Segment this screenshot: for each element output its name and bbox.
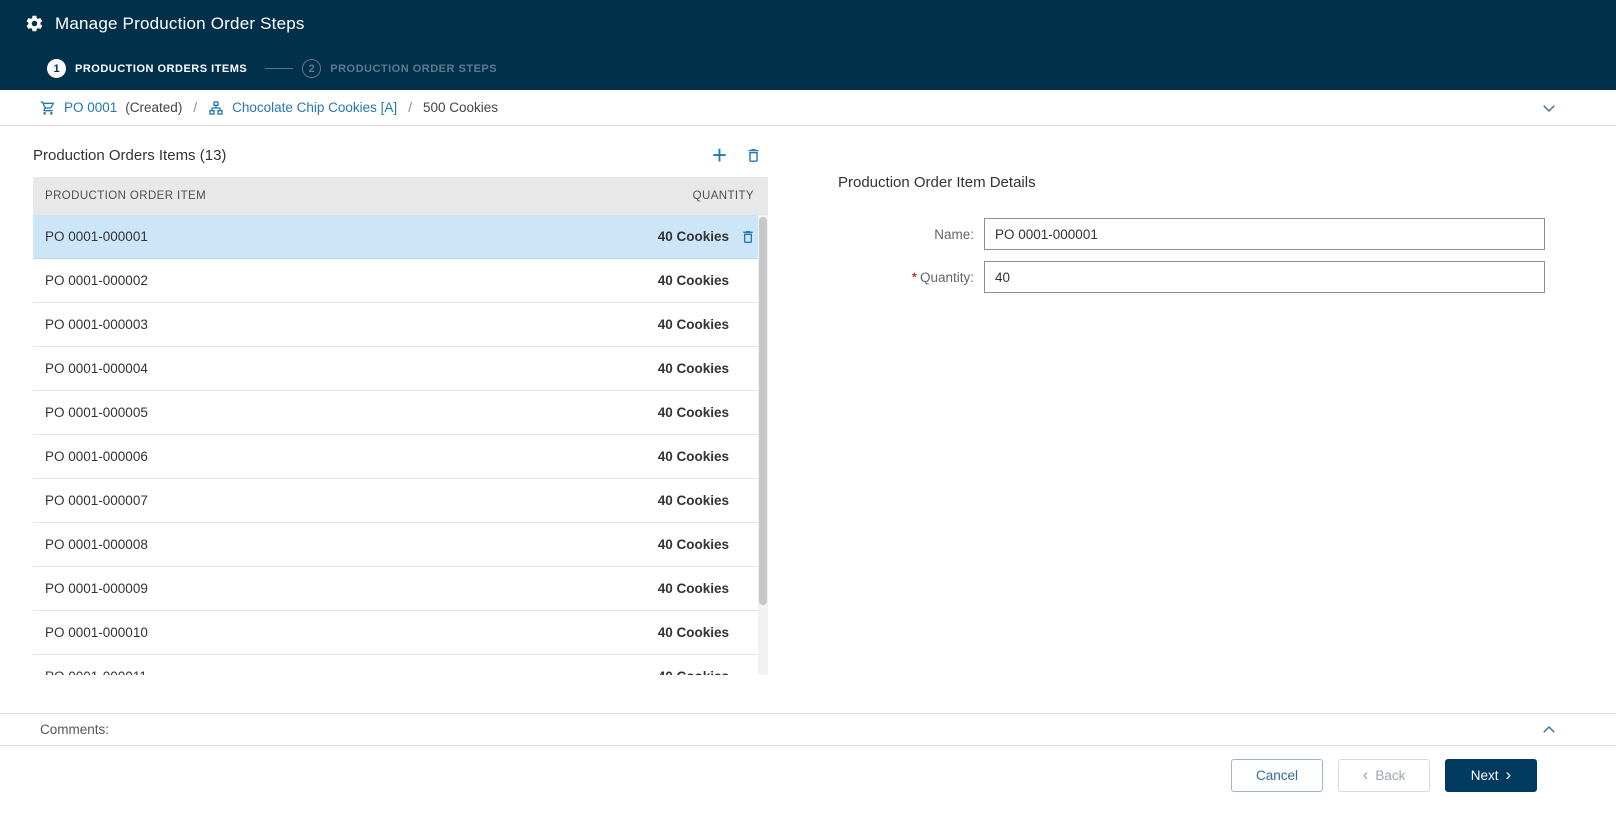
- step-1-circle: 1: [47, 59, 66, 78]
- footer-action-bar: Cancel ‹ Back Next ›: [0, 746, 1616, 792]
- table-row[interactable]: PO 0001-000001 40 Cookies: [33, 215, 768, 259]
- items-panel-header: Production Orders Items (13) +: [33, 146, 768, 164]
- table-row[interactable]: PO 0001-000002 40 Cookies: [33, 259, 768, 303]
- items-panel-actions: +: [712, 146, 768, 164]
- chevron-right-icon: ›: [1506, 766, 1512, 783]
- breadcrumb-quantity: 500 Cookies: [423, 100, 498, 115]
- items-table-header: PRODUCTION ORDER ITEM QUANTITY: [33, 177, 768, 215]
- table-row[interactable]: PO 0001-000011 40 Cookies: [33, 655, 768, 675]
- cart-icon: [40, 100, 56, 116]
- name-field[interactable]: [984, 218, 1545, 250]
- wizard-step-production-order-steps: 2 PRODUCTION ORDER STEPS: [302, 59, 497, 78]
- step-1-label: PRODUCTION ORDERS ITEMS: [75, 63, 247, 75]
- row-item-name: PO 0001-000003: [45, 317, 148, 332]
- name-field-row: Name:: [838, 218, 1545, 250]
- quantity-field-label: *Quantity:: [838, 270, 984, 285]
- hierarchy-icon: [208, 100, 224, 116]
- table-row[interactable]: PO 0001-000008 40 Cookies: [33, 523, 768, 567]
- row-quantity-cell: 40 Cookies: [658, 229, 756, 245]
- breadcrumb-product-link[interactable]: Chocolate Chip Cookies [A]: [232, 100, 397, 115]
- row-quantity-cell: 40 Cookies: [658, 493, 756, 509]
- step-connector-line: [265, 68, 293, 69]
- row-item-name: PO 0001-000010: [45, 625, 148, 640]
- row-quantity: 40 Cookies: [658, 405, 729, 420]
- row-quantity: 40 Cookies: [658, 317, 729, 332]
- required-marker: *: [912, 270, 917, 285]
- table-row[interactable]: PO 0001-000009 40 Cookies: [33, 567, 768, 611]
- main-content: Production Orders Items (13) + PRODUCTIO…: [0, 126, 1616, 713]
- table-row[interactable]: PO 0001-000006 40 Cookies: [33, 435, 768, 479]
- breadcrumb-separator: /: [193, 100, 197, 115]
- row-quantity-cell: 40 Cookies: [658, 361, 756, 377]
- column-header-item: PRODUCTION ORDER ITEM: [45, 190, 206, 202]
- title-bar: Manage Production Order Steps: [0, 0, 1616, 47]
- delete-items-icon[interactable]: [745, 147, 762, 164]
- row-quantity-cell: 40 Cookies: [658, 317, 756, 333]
- row-quantity-cell: 40 Cookies: [658, 669, 756, 676]
- row-item-name: PO 0001-000005: [45, 405, 148, 420]
- row-quantity: 40 Cookies: [658, 625, 729, 640]
- next-button[interactable]: Next ›: [1445, 759, 1537, 792]
- table-row[interactable]: PO 0001-000005 40 Cookies: [33, 391, 768, 435]
- breadcrumb-separator: /: [408, 100, 412, 115]
- row-quantity-cell: 40 Cookies: [658, 625, 756, 641]
- cancel-button[interactable]: Cancel: [1231, 759, 1323, 792]
- chevron-up-icon[interactable]: [1540, 721, 1558, 739]
- chevron-left-icon: ‹: [1363, 766, 1369, 783]
- row-quantity: 40 Cookies: [658, 229, 729, 244]
- chevron-down-icon[interactable]: [1540, 99, 1558, 117]
- row-item-name: PO 0001-000002: [45, 273, 148, 288]
- gear-icon: [25, 14, 44, 33]
- items-table: PRODUCTION ORDER ITEM QUANTITY PO 0001-0…: [33, 177, 768, 675]
- column-header-quantity: QUANTITY: [693, 190, 754, 202]
- production-orders-items-panel: Production Orders Items (13) + PRODUCTIO…: [33, 146, 768, 675]
- name-field-label: Name:: [838, 227, 984, 242]
- row-quantity-cell: 40 Cookies: [658, 449, 756, 465]
- breadcrumb: PO 0001 (Created) / Chocolate Chip Cooki…: [0, 90, 1616, 126]
- row-quantity-cell: 40 Cookies: [658, 537, 756, 553]
- row-item-name: PO 0001-000007: [45, 493, 148, 508]
- row-quantity: 40 Cookies: [658, 537, 729, 552]
- row-quantity: 40 Cookies: [658, 669, 729, 675]
- comments-section[interactable]: Comments:: [0, 713, 1616, 746]
- row-item-name: PO 0001-000009: [45, 581, 148, 596]
- row-item-name: PO 0001-000004: [45, 361, 148, 376]
- items-panel-title: Production Orders Items (13): [33, 147, 226, 164]
- production-order-item-details-panel: Production Order Item Details Name: *Qua…: [838, 174, 1545, 304]
- breadcrumb-order-status: (Created): [125, 100, 182, 115]
- back-button[interactable]: ‹ Back: [1338, 759, 1430, 792]
- row-quantity: 40 Cookies: [658, 361, 729, 376]
- quantity-field-row: *Quantity:: [838, 261, 1545, 293]
- row-quantity-cell: 40 Cookies: [658, 405, 756, 421]
- details-panel-title: Production Order Item Details: [838, 174, 1545, 191]
- step-2-label: PRODUCTION ORDER STEPS: [330, 63, 497, 75]
- row-item-name: PO 0001-000001: [45, 229, 148, 244]
- row-quantity: 40 Cookies: [658, 449, 729, 464]
- table-row[interactable]: PO 0001-000003 40 Cookies: [33, 303, 768, 347]
- items-table-body: PO 0001-000001 40 Cookies PO 0001-000002…: [33, 215, 768, 675]
- row-quantity: 40 Cookies: [658, 581, 729, 596]
- page-title: Manage Production Order Steps: [55, 14, 305, 34]
- quantity-field[interactable]: [984, 261, 1545, 293]
- table-row[interactable]: PO 0001-000010 40 Cookies: [33, 611, 768, 655]
- row-item-name: PO 0001-000011: [45, 669, 147, 675]
- row-quantity: 40 Cookies: [658, 493, 729, 508]
- row-quantity-cell: 40 Cookies: [658, 581, 756, 597]
- table-row[interactable]: PO 0001-000007 40 Cookies: [33, 479, 768, 523]
- table-scrollbar[interactable]: [758, 215, 768, 675]
- row-item-name: PO 0001-000008: [45, 537, 148, 552]
- breadcrumb-order-link[interactable]: PO 0001: [64, 100, 117, 115]
- wizard-step-production-orders-items[interactable]: 1 PRODUCTION ORDERS ITEMS: [47, 59, 247, 78]
- manage-production-order-steps-dialog: Manage Production Order Steps 1 PRODUCTI…: [0, 0, 1616, 827]
- table-row[interactable]: PO 0001-000004 40 Cookies: [33, 347, 768, 391]
- comments-label: Comments:: [40, 722, 109, 737]
- row-item-name: PO 0001-000006: [45, 449, 148, 464]
- row-quantity: 40 Cookies: [658, 273, 729, 288]
- wizard-steps: 1 PRODUCTION ORDERS ITEMS 2 PRODUCTION O…: [0, 47, 1616, 90]
- add-item-icon[interactable]: +: [712, 146, 727, 164]
- row-quantity-cell: 40 Cookies: [658, 273, 756, 289]
- row-trash-icon[interactable]: [740, 229, 756, 245]
- table-scrollbar-thumb[interactable]: [759, 217, 767, 605]
- step-2-circle: 2: [302, 59, 321, 78]
